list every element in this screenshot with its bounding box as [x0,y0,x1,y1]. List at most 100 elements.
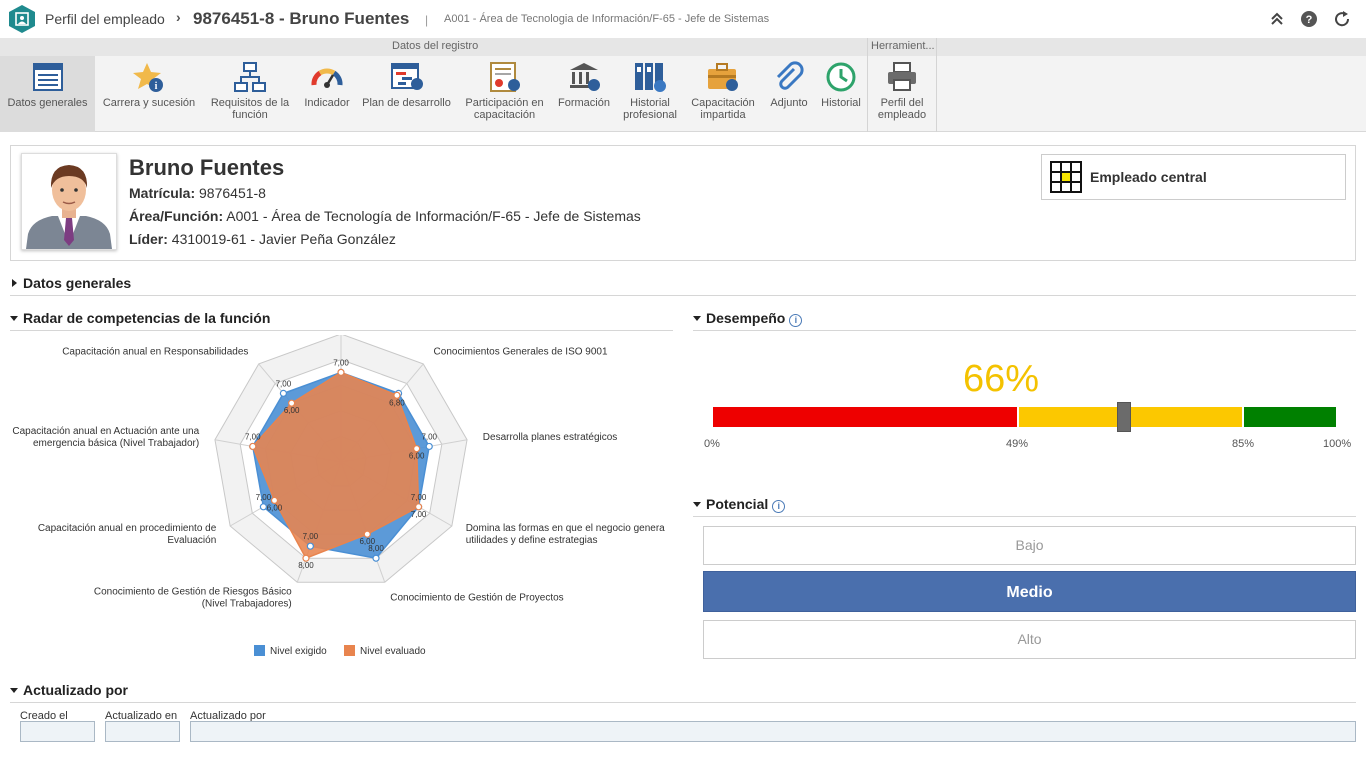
radar-point [372,554,380,562]
section-datos-generales[interactable]: Datos generales [12,275,131,291]
radar-category-label: Capacitación anual en Actuación ante una… [12,426,199,449]
page-title: 9876451-8 - Bruno Fuentes [193,9,410,28]
radar-value-label: 7,00 [303,532,319,541]
radar-value-label: 6,00 [359,537,375,546]
legend-swatch-evaluado [344,645,355,656]
ribbon-button-adjunto[interactable]: Adjunto [764,56,814,132]
radar-value-label: 7,00 [245,432,261,441]
divider [10,702,1356,703]
title-bar: Perfil del empleado › 9876451-8 - Bruno … [0,0,1366,38]
section-desempeno[interactable]: Desempeño i [693,310,803,327]
radar-point [279,389,288,397]
area-label: Área/Función: [129,208,224,224]
radar-value-label: 7,00 [421,432,437,441]
radar-category-label: Conocimiento de Gestión de Riesgos Básic… [94,586,292,609]
potential-option-bajo[interactable]: Bajo [703,526,1356,565]
performance-marker [1117,402,1131,432]
page-subtitle: A001 - Área de Tecnologia de Información… [444,13,770,25]
info-icon[interactable]: i [772,500,786,513]
competency-radar-chart: 7,00 7,00 7,00 8,00 7,00 7,00 7,00 7,00 6,80 6,00… [12,335,665,657]
ribbon-label: Requisitos de la función [210,97,290,121]
employee-leader-line: Líder: 4310019-61 - Javier Peña González [129,231,396,247]
section-title: Radar de competencias de la función [23,310,271,326]
gauge-icon [311,68,343,88]
ribbon-button-plan-desarrollo[interactable]: Plan de desarrollo [359,56,454,132]
employee-id-line: Matrícula: 9876451-8 [129,185,266,201]
radar-category-label: Desarrolla planes estratégicos [483,432,618,443]
ribbon-button-participacion[interactable]: Participación en capacitación [457,56,552,132]
radar-value-label: 6,00 [409,452,425,461]
empleado-central-button[interactable]: Empleado central [1041,154,1346,200]
org-chart-icon [234,62,266,92]
performance-bar-high [1244,407,1336,427]
ribbon-button-indicador[interactable]: Indicador [299,56,355,132]
collapse-arrow-icon [10,316,18,321]
radar-category-label: Conocimiento de Gestión de Proyectos [390,592,563,603]
divider [693,330,1356,331]
ribbon-label: Participación en capacitación [465,97,544,121]
lider-label: Líder: [129,231,168,247]
section-title: Datos generales [23,275,132,291]
matricula-value: 9876451-8 [199,185,266,201]
radar-value-label: 7,00 [333,358,349,367]
svg-text:?: ? [1306,14,1313,26]
section-potencial[interactable]: Potencial i [693,496,786,513]
info-icon[interactable]: i [789,314,803,327]
radar-point [337,368,345,377]
section-actualizado[interactable]: Actualizado por [10,682,128,698]
collapse-arrow-icon [10,688,18,693]
paperclip-icon [776,61,804,90]
employee-name: Bruno Fuentes [129,155,285,180]
ribbon-button-perfil-empleado[interactable]: Perfil del empleado [870,56,934,132]
collapse-up-icon[interactable] [1268,10,1286,28]
printer-icon [888,62,916,91]
section-radar[interactable]: Radar de competencias de la función [10,310,270,326]
svg-text:i: i [155,81,158,92]
ribbon-label: Historial [821,97,861,109]
radar-value-label: 8,00 [298,561,314,570]
radar-point [425,442,433,451]
breadcrumb-separator-icon: › [176,9,181,25]
ribbon-toolbar: Datos generales i Carrera y sucesión Req… [0,56,1366,132]
refresh-icon[interactable] [1333,10,1351,28]
ribbon-label: Formación [558,97,610,109]
divider [10,330,673,331]
ribbon-label: Capacitación impartida [691,97,755,121]
ribbon-button-historial-profesional[interactable]: Historial profesional [617,56,683,132]
radar-category-label: Capacitación anual en Responsabilidades [62,347,248,358]
potential-option-medio[interactable]: Medio [703,571,1356,612]
radar-value-label: 6,00 [284,406,300,415]
radar-category-label: Domina las formas en que el negocio gene… [466,523,665,546]
ribbon-button-requisitos[interactable]: Requisitos de la función [203,56,297,132]
ribbon-label: Plan de desarrollo [362,97,451,109]
divider [693,516,1356,517]
potential-option-alto[interactable]: Alto [703,620,1356,659]
legend-swatch-exigido [254,645,265,656]
scale-tick-100: 100% [1323,438,1352,450]
briefcase-icon [708,63,738,91]
performance-percentage: 66% [963,358,1040,400]
ribbon-label: Carrera y sucesión [102,97,196,109]
ribbon-button-formacion[interactable]: Formación [555,56,613,132]
created-field [20,721,95,742]
radar-point [249,442,257,451]
section-title: Desempeño [706,310,786,326]
radar-category-label: Capacitación anual en procedimiento de Ev… [38,523,217,546]
radar-value-label: 7,00 [411,510,427,519]
ribbon-button-carrera[interactable]: i Carrera y sucesión [98,56,200,132]
ribbon-label: Indicador [304,97,350,109]
ribbon-divider [936,38,937,132]
title-divider: | [425,13,429,27]
gantt-icon [390,63,423,90]
breadcrumb-profile[interactable]: Perfil del empleado [45,11,165,27]
ribbon-button-datos-generales[interactable]: Datos generales [0,56,95,132]
collapse-arrow-icon [693,502,701,507]
ribbon-button-historial[interactable]: Historial [816,56,866,132]
ribbon-label: Datos generales [7,97,88,109]
employee-card: Bruno Fuentes Matrícula: 9876451-8 Área/… [10,145,1356,261]
legend-label-exigido: Nivel exigido [270,646,327,657]
ribbon-group-header: Datos del registro Herramient... [0,38,1366,56]
ribbon-button-capacitacion-impartida[interactable]: Capacitación impartida [686,56,760,132]
radar-value-label: 7,00 [411,493,427,502]
help-icon[interactable]: ? [1300,10,1318,28]
